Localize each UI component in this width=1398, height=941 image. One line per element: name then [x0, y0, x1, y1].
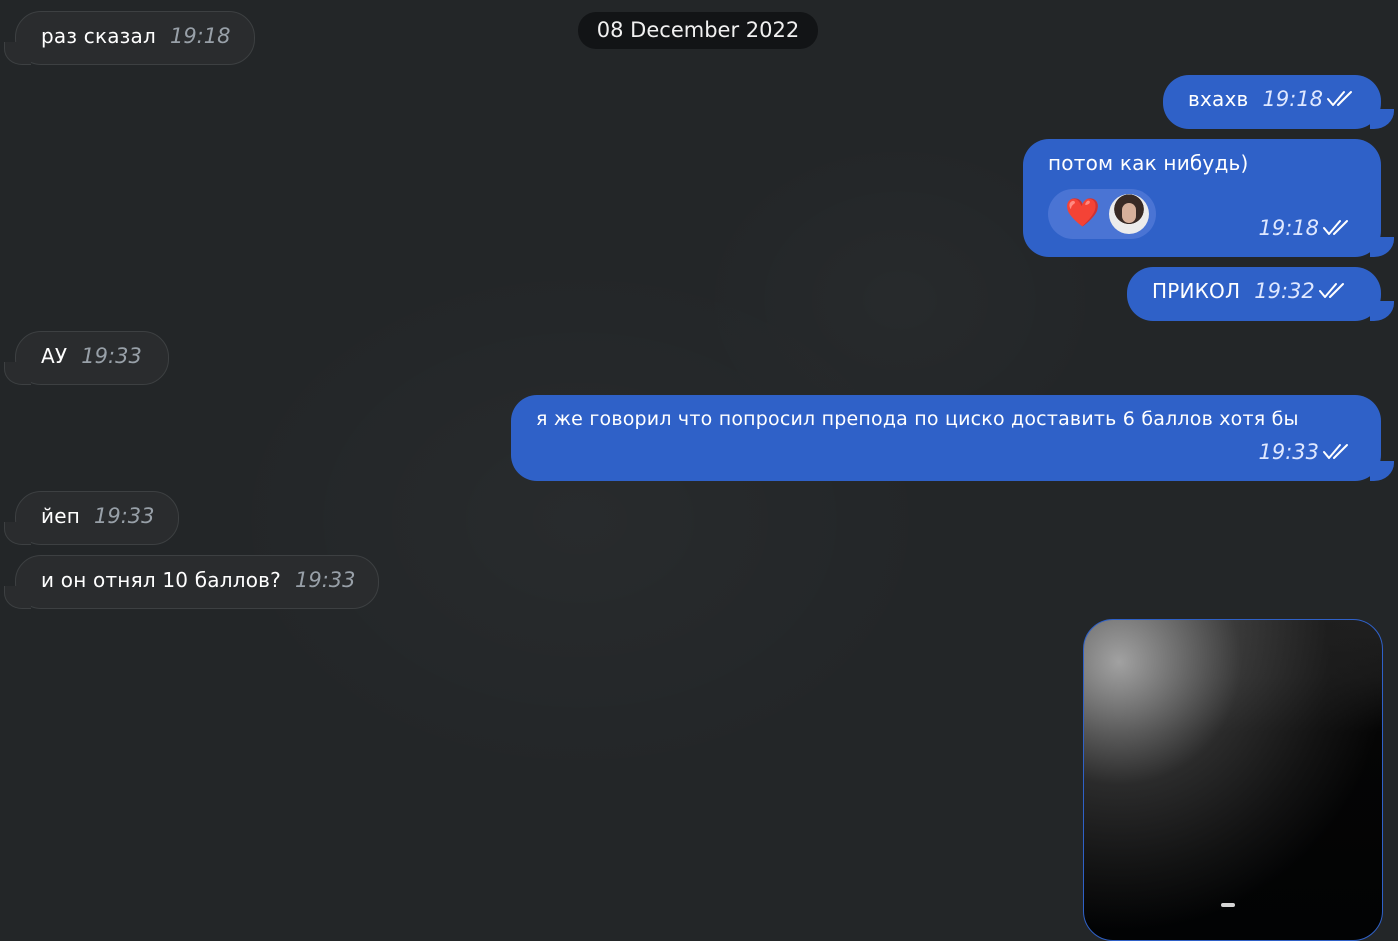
message-content: потом как нибудь) — [1048, 151, 1248, 175]
message-time: 19:18 — [1262, 87, 1324, 111]
message-text: потом как нибудь) — [1048, 151, 1249, 175]
message-meta: 19:33 — [1258, 440, 1353, 464]
message-text: я же говорил что попросил препода по цис… — [536, 408, 1299, 430]
avatar — [1109, 194, 1149, 234]
heart-icon: ❤️ — [1065, 196, 1100, 229]
message-content: ПРИКОЛ 19:32 — [1152, 279, 1349, 303]
message-content: АУ 19:33 — [41, 344, 142, 368]
double-check-icon — [1318, 281, 1349, 301]
message-content: йеп 19:33 — [41, 504, 155, 528]
message-time: 19:32 — [1254, 279, 1315, 303]
reaction-pill[interactable]: ❤️ — [1048, 189, 1156, 239]
message-text: раз сказал — [41, 24, 156, 48]
double-check-icon — [1323, 218, 1353, 238]
message-content: и он отнял 10 баллов? 19:33 — [41, 568, 356, 592]
message-bubble-incoming[interactable]: йеп 19:33 — [15, 491, 179, 545]
double-check-icon — [1323, 442, 1353, 462]
media-message[interactable] — [1083, 619, 1383, 941]
message-time: 19:33 — [1258, 440, 1319, 464]
message-time: 19:33 — [81, 344, 142, 368]
message-text: ПРИКОЛ — [1152, 279, 1241, 303]
message-text: АУ — [41, 344, 68, 368]
message-time: 19:33 — [294, 568, 356, 592]
message-meta: 19:18 — [1258, 216, 1353, 240]
message-content: вхахв 19:18 — [1188, 87, 1357, 111]
message-bubble-outgoing[interactable]: потом как нибудь) ❤️ 19:18 — [1023, 139, 1381, 257]
message-bubble-incoming[interactable]: АУ 19:33 — [15, 331, 169, 385]
message-bubble-outgoing[interactable]: вхахв 19:18 — [1163, 75, 1381, 129]
message-bubble-outgoing[interactable]: я же говорил что попросил препода по цис… — [511, 395, 1381, 481]
message-text: и он отнял 10 баллов? — [41, 568, 281, 592]
message-time: 19:33 — [93, 504, 155, 528]
message-bubble-outgoing[interactable]: ПРИКОЛ 19:32 — [1127, 267, 1381, 321]
date-separator: 08 December 2022 — [578, 12, 818, 49]
message-time: 19:18 — [169, 24, 231, 48]
message-text: вхахв — [1188, 87, 1249, 111]
message-bubble-incoming[interactable]: раз сказал 19:18 — [15, 11, 255, 65]
media-highlight — [1221, 903, 1235, 907]
double-check-icon — [1327, 89, 1357, 109]
message-bubble-incoming[interactable]: и он отнял 10 баллов? 19:33 — [15, 555, 379, 609]
message-content: я же говорил что попросил препода по цис… — [536, 408, 1299, 430]
message-content: раз сказал 19:18 — [41, 24, 230, 48]
message-time: 19:18 — [1258, 216, 1319, 240]
message-text: йеп — [41, 504, 80, 528]
